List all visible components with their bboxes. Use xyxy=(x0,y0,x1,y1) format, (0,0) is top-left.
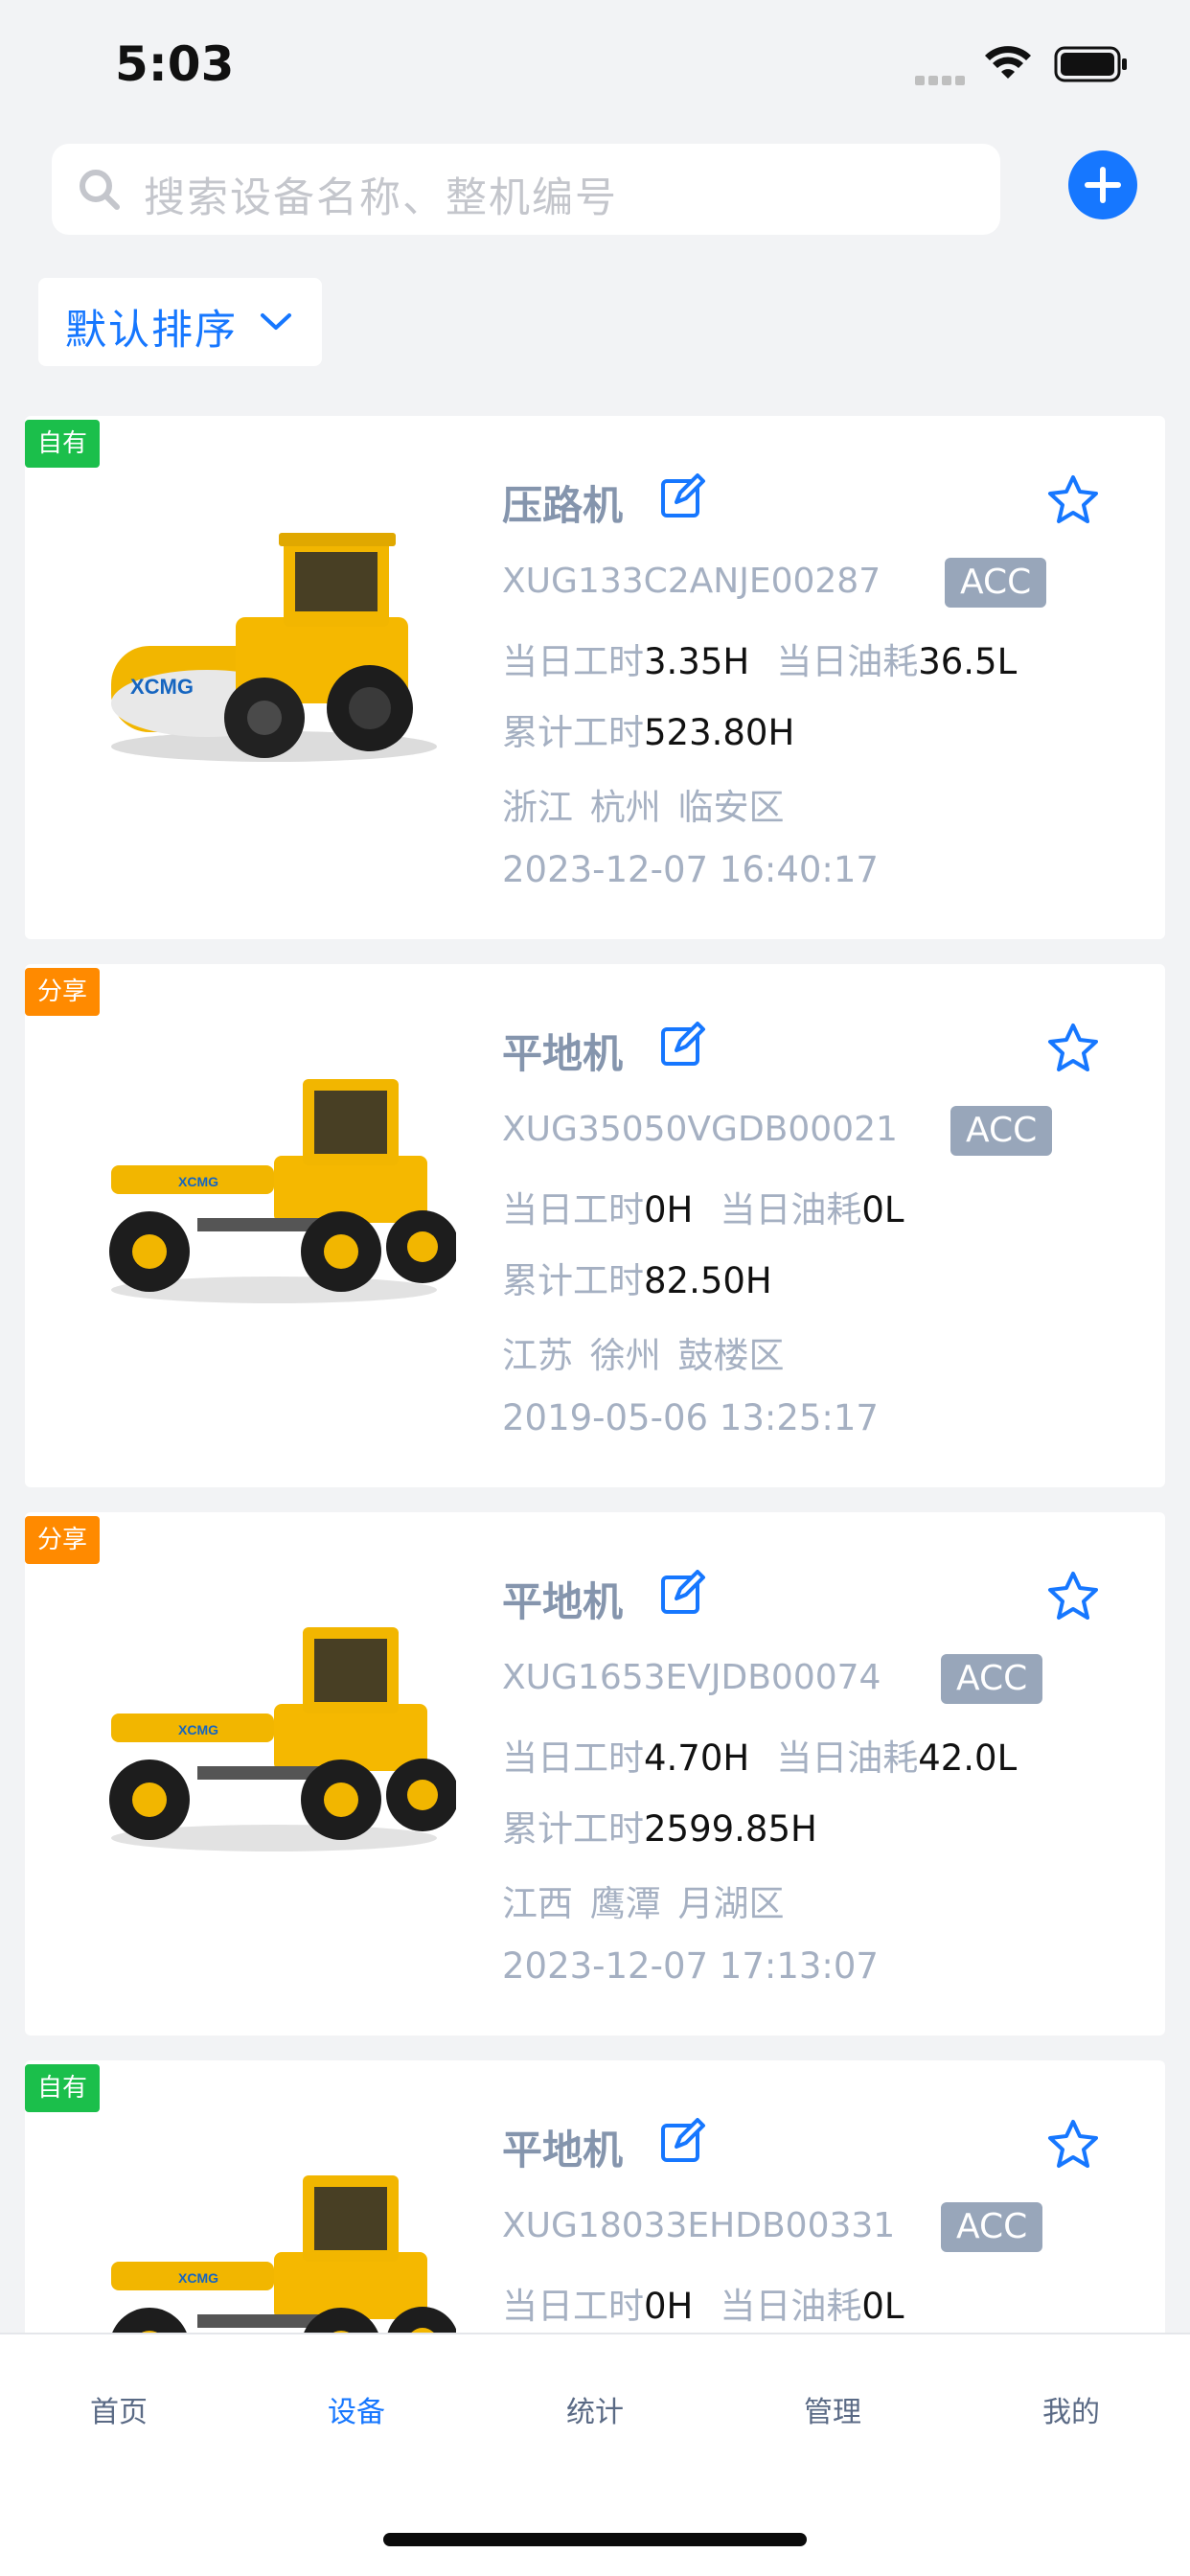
edit-icon[interactable] xyxy=(659,473,707,521)
search-placeholder: 搜索设备名称、整机编号 xyxy=(144,174,618,222)
total-hours-value: 2599.85H xyxy=(644,1808,817,1850)
ownership-tag: 自有 xyxy=(25,420,100,468)
total-hours-row: 累计工时82.50H xyxy=(502,1252,799,1303)
device-name: 平地机 xyxy=(502,1578,624,1625)
road-roller-image xyxy=(111,533,437,762)
device-serial: XUG18033EHDB00331 xyxy=(502,2206,896,2245)
daily-hours-value: 0H xyxy=(644,1189,694,1230)
tab-home[interactable]: 首页 xyxy=(52,2388,186,2430)
device-timestamp: 2023-12-07 17:13:07 xyxy=(502,1945,879,1987)
device-region: 浙江 杭州 临安区 xyxy=(502,787,785,828)
home-indicator xyxy=(383,2533,807,2546)
daily-fuel-label: 当日油耗 xyxy=(720,2286,862,2327)
device-region: 江苏 徐州 鼓楼区 xyxy=(502,1335,785,1376)
device-name: 压路机 xyxy=(502,482,624,529)
status-bar: 5:03 xyxy=(0,0,1190,134)
daily-hours-label: 当日工时 xyxy=(502,641,644,682)
sort-dropdown[interactable]: 默认排序 xyxy=(38,278,322,366)
battery-icon xyxy=(1054,46,1127,82)
daily-fuel-value: 36.5L xyxy=(918,641,1018,682)
ownership-tag: 自有 xyxy=(25,2064,100,2112)
device-serial: XUG1653EVJDB00074 xyxy=(502,1658,881,1697)
sort-label: 默认排序 xyxy=(65,307,238,355)
search-input[interactable]: 搜索设备名称、整机编号 xyxy=(52,144,1000,235)
daily-fuel-label: 当日油耗 xyxy=(720,1189,862,1230)
edit-icon[interactable] xyxy=(659,1022,707,1070)
device-serial: XUG133C2ANJE00287 xyxy=(502,562,881,601)
chevron-down-icon xyxy=(261,313,291,330)
daily-hours-label: 当日工时 xyxy=(502,1737,644,1779)
edit-icon[interactable] xyxy=(659,2118,707,2166)
acc-badge: ACC xyxy=(945,558,1047,608)
daily-fuel-value: 0L xyxy=(861,1189,904,1230)
daily-hours-label: 当日工时 xyxy=(502,2286,644,2327)
acc-badge: ACC xyxy=(941,1654,1043,1704)
tab-statistics[interactable]: 统计 xyxy=(528,2388,662,2430)
total-hours-label: 累计工时 xyxy=(502,1260,644,1301)
total-hours-row: 累计工时523.80H xyxy=(502,703,821,755)
daily-hours-label: 当日工时 xyxy=(502,1189,644,1230)
status-time: 5:03 xyxy=(115,36,235,92)
star-icon[interactable] xyxy=(1046,2118,1100,2172)
daily-stats-row: 当日工时3.35H 当日油耗36.5L xyxy=(502,632,1043,684)
motor-grader-image xyxy=(109,1627,456,1852)
daily-hours-value: 3.35H xyxy=(644,641,750,682)
daily-fuel-value: 42.0L xyxy=(918,1737,1018,1779)
total-hours-value: 82.50H xyxy=(644,1260,772,1301)
total-hours-value: 523.80H xyxy=(644,712,795,753)
device-region: 江西 鹰潭 月湖区 xyxy=(502,1883,785,1924)
device-card[interactable]: 自有 压路机 XUG133C2ANJE00287 ACC 当日工时3.35H 当日… xyxy=(25,416,1165,939)
motor-grader-image xyxy=(109,1079,456,1303)
device-card[interactable]: 分享 平地机 XUG1653EVJDB00074 ACC 当日工时4.70H 当日… xyxy=(25,1512,1165,2036)
daily-stats-row: 当日工时4.70H 当日油耗42.0L xyxy=(502,1729,1043,1781)
cellular-signal-icon xyxy=(915,71,971,85)
device-card[interactable]: 分享 平地机 XUG35050VGDB00021 ACC 当日工时0H 当日油耗0… xyxy=(25,964,1165,1487)
tab-devices[interactable]: 设备 xyxy=(289,2388,423,2430)
total-hours-label: 累计工时 xyxy=(502,712,644,753)
star-icon[interactable] xyxy=(1046,1022,1100,1075)
edit-icon[interactable] xyxy=(659,1570,707,1618)
acc-badge: ACC xyxy=(950,1106,1053,1156)
acc-badge: ACC xyxy=(941,2202,1043,2252)
ownership-tag: 分享 xyxy=(25,1516,100,1564)
daily-hours-value: 4.70H xyxy=(644,1737,750,1779)
device-name: 平地机 xyxy=(502,1030,624,1077)
wifi-icon xyxy=(985,46,1031,79)
add-device-button[interactable] xyxy=(1068,150,1137,219)
total-hours-row: 累计工时2599.85H xyxy=(502,1800,844,1852)
device-name: 平地机 xyxy=(502,2127,624,2174)
device-timestamp: 2023-12-07 16:40:17 xyxy=(502,849,879,890)
daily-stats-row: 当日工时0H 当日油耗0L xyxy=(502,2277,931,2329)
star-icon[interactable] xyxy=(1046,1570,1100,1623)
search-icon xyxy=(80,170,120,210)
star-icon[interactable] xyxy=(1046,473,1100,527)
daily-fuel-label: 当日油耗 xyxy=(776,1737,919,1779)
tab-profile[interactable]: 我的 xyxy=(1004,2388,1138,2430)
daily-stats-row: 当日工时0H 当日油耗0L xyxy=(502,1181,931,1232)
daily-fuel-label: 当日油耗 xyxy=(776,641,919,682)
device-serial: XUG35050VGDB00021 xyxy=(502,1110,898,1149)
device-timestamp: 2019-05-06 13:25:17 xyxy=(502,1397,879,1438)
total-hours-label: 累计工时 xyxy=(502,1808,644,1850)
ownership-tag: 分享 xyxy=(25,968,100,1016)
daily-fuel-value: 0L xyxy=(861,2286,904,2327)
daily-hours-value: 0H xyxy=(644,2286,694,2327)
tab-management[interactable]: 管理 xyxy=(766,2388,900,2430)
